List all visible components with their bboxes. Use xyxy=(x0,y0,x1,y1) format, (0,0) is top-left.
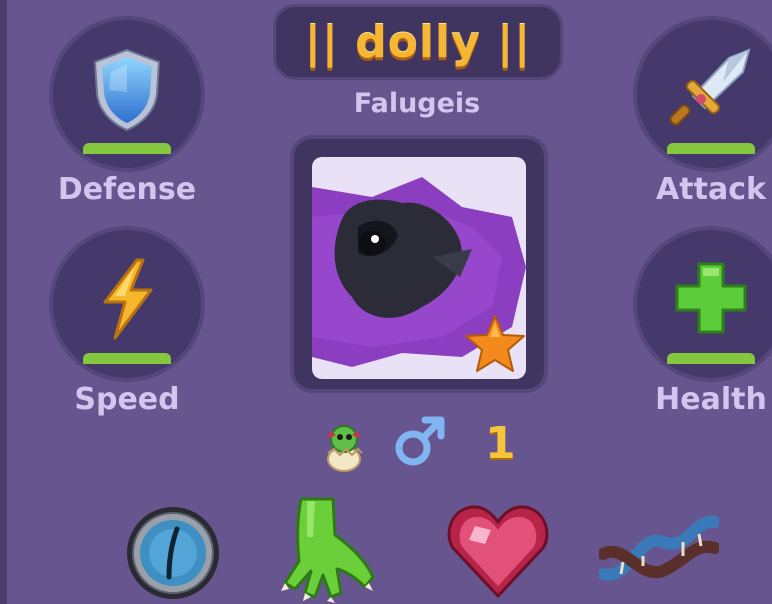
stat-speed[interactable] xyxy=(49,226,205,382)
pet-name-plate: || dolly || xyxy=(273,4,563,80)
plus-icon xyxy=(675,262,747,334)
star-icon xyxy=(465,315,525,372)
defense-bar xyxy=(83,143,171,154)
hatchling-egg-icon[interactable] xyxy=(320,413,368,473)
gem-heart-icon[interactable] xyxy=(445,500,551,604)
attack-bar xyxy=(667,143,755,154)
pet-name: || dolly || xyxy=(304,16,532,68)
lightning-icon xyxy=(103,258,153,340)
claw-foot-icon[interactable] xyxy=(279,497,379,604)
stat-health[interactable] xyxy=(633,226,772,382)
male-symbol-icon xyxy=(395,416,445,466)
pet-species: Falugeis xyxy=(353,88,481,119)
defense-label: Defense xyxy=(57,172,197,207)
pet-info-panel: || dolly || Falugeis Defense Attack Spee… xyxy=(0,0,772,604)
eye-icon[interactable] xyxy=(125,505,221,601)
stat-attack[interactable] xyxy=(633,16,772,172)
attack-label: Attack xyxy=(656,172,766,207)
speed-label: Speed xyxy=(74,382,180,417)
sword-icon xyxy=(669,48,751,126)
dna-icon[interactable] xyxy=(599,512,719,592)
pet-level: 1 xyxy=(485,418,516,469)
pet-portrait[interactable] xyxy=(312,157,526,379)
shield-icon xyxy=(93,48,161,132)
stat-defense[interactable] xyxy=(49,16,205,172)
health-bar xyxy=(667,353,755,364)
speed-bar xyxy=(83,353,171,364)
health-label: Health xyxy=(655,382,767,417)
